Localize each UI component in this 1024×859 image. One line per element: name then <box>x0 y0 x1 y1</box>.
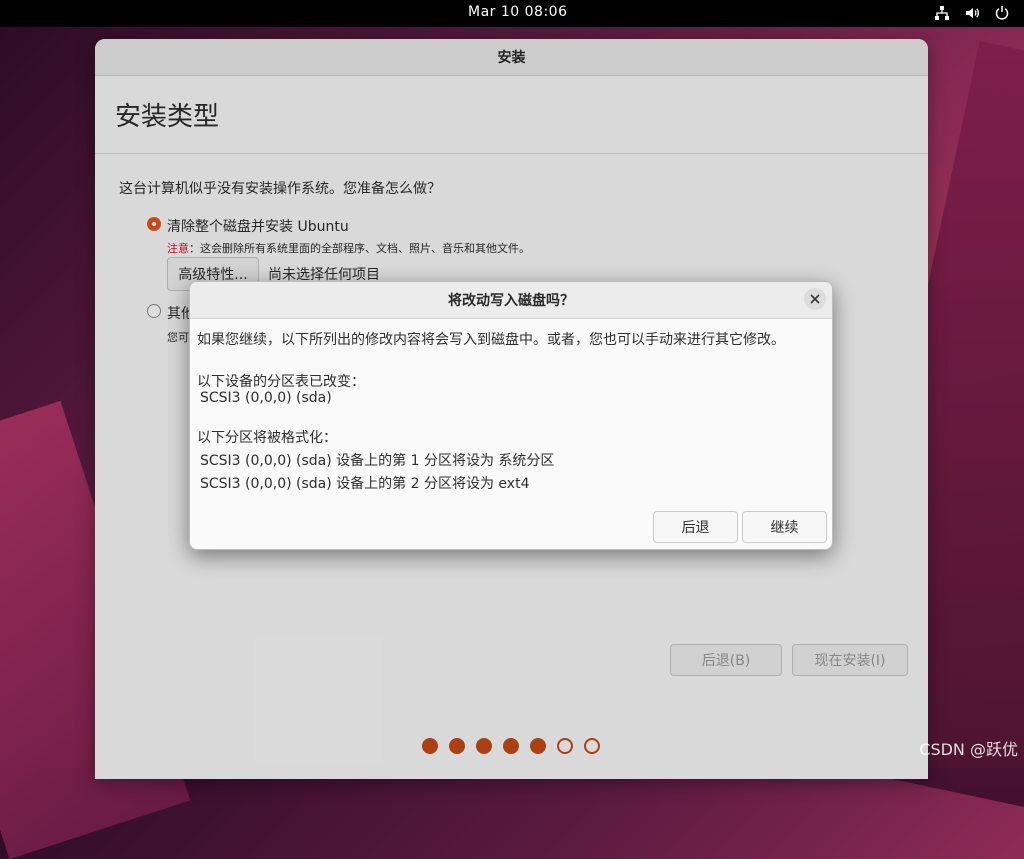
partition-table-device: SCSI3 (0,0,0) (sda) <box>200 390 332 406</box>
write-changes-dialog: 将改动写入磁盘吗？ 如果您继续，以下所列出的修改内容将会写入到磁盘中。或者，您也… <box>189 281 833 550</box>
network-icon[interactable] <box>934 5 950 21</box>
partition-table-heading: 以下设备的分区表已改变： <box>197 374 365 390</box>
power-icon[interactable] <box>994 5 1010 21</box>
system-tray[interactable] <box>934 5 1010 21</box>
watermark: CSDN @跃优 <box>919 740 1018 759</box>
volume-icon[interactable] <box>964 5 980 21</box>
clock[interactable]: Mar 10 08:06 <box>468 4 567 20</box>
top-bar: Mar 10 08:06 <box>0 0 1024 27</box>
close-icon[interactable] <box>804 288 826 310</box>
format-heading: 以下分区将被格式化： <box>197 430 337 446</box>
dialog-intro: 如果您继续，以下所列出的修改内容将会写入到磁盘中。或者，您也可以手动来进行其它修… <box>197 332 785 348</box>
format-item: SCSI3 (0,0,0) (sda) 设备上的第 2 分区将设为 ext4 <box>200 476 530 492</box>
dialog-continue-button[interactable]: 继续 <box>742 511 827 543</box>
dialog-title: 将改动写入磁盘吗？ <box>448 293 574 309</box>
dialog-back-button[interactable]: 后退 <box>653 511 738 543</box>
dialog-title-bar: 将改动写入磁盘吗？ <box>190 282 832 319</box>
format-item: SCSI3 (0,0,0) (sda) 设备上的第 1 分区将设为 系统分区 <box>200 453 555 469</box>
